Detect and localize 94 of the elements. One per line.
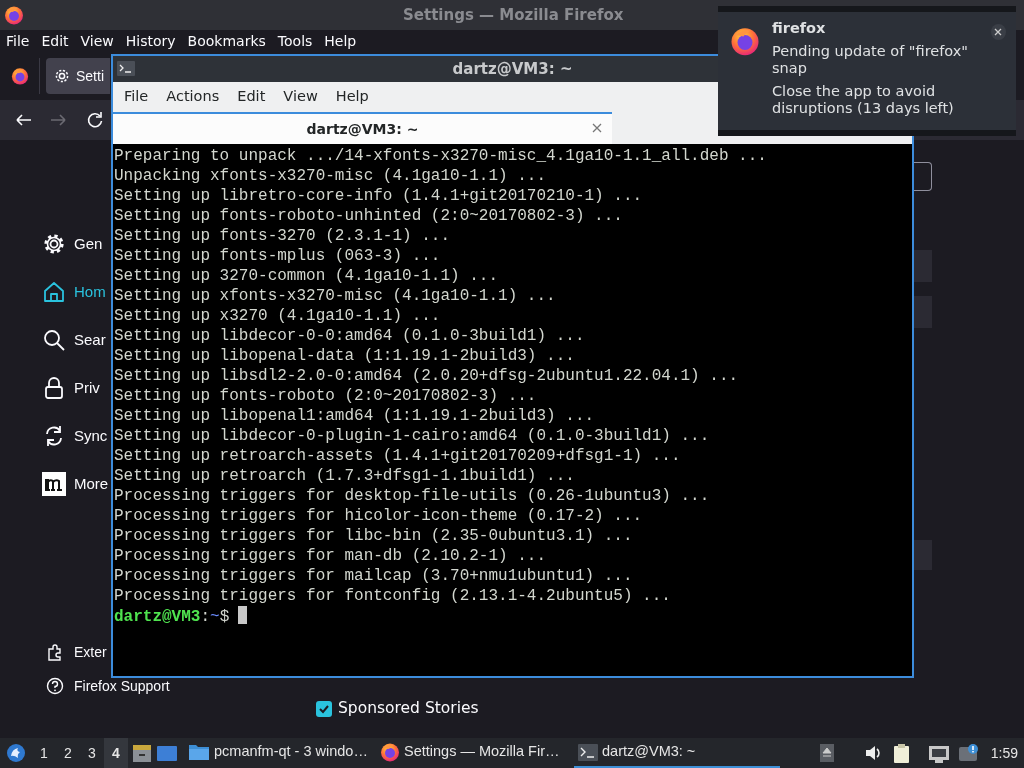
- terminal-line: Setting up libopenal-data (1:1.19.1-2build3) ...: [114, 346, 575, 366]
- terminal-line: Setting up retroarch-assets (1.4.1+git20170209+dfsg1-1) ...: [114, 446, 681, 466]
- terminal-line: Setting up fonts-3270 (2.3.1-1) ...: [114, 226, 451, 246]
- terminal-line: Setting up libdecor-0-plugin-1-cairo:amd64 (0.1.0-3build1) ...: [114, 426, 710, 446]
- firefox-icon[interactable]: [11, 67, 29, 85]
- terminal-line: Processing triggers for man-db (2.10.2-1) ...: [114, 546, 547, 566]
- workspace-button[interactable]: 1: [32, 738, 56, 768]
- menu-item[interactable]: History: [119, 30, 182, 52]
- menu-item[interactable]: Help: [326, 86, 378, 108]
- menu-item[interactable]: View: [274, 86, 327, 108]
- taskbar-task[interactable]: pcmanfm-qt - 3 windo…: [184, 738, 376, 768]
- text-cursor: [238, 606, 248, 624]
- card-background: [912, 296, 932, 328]
- clock[interactable]: 1:59: [990, 742, 1018, 764]
- eject-icon[interactable]: [819, 744, 834, 762]
- menu-item[interactable]: File: [115, 86, 158, 108]
- terminal-line: Setting up libdecor-0-0:amd64 (0.1.0-3build1) ...: [114, 326, 585, 346]
- terminal-line: Setting up libsdl2-2.0-0:amd64 (2.0.20+dfsg-2ubuntu1.22.04.1) ...: [114, 366, 739, 386]
- terminal-line: Setting up fonts-roboto-unhinted (2:0~20170802-3) ...: [114, 206, 623, 226]
- notification-app: firefox: [772, 20, 827, 37]
- terminal-line: Processing triggers for libc-bin (2.35-0ubuntu3.1) ...: [114, 526, 633, 546]
- notification-summary: Pending update of "firefox" snap: [772, 43, 969, 77]
- menu-item[interactable]: Edit: [35, 30, 75, 52]
- speaker-icon[interactable]: [863, 743, 882, 763]
- sidebar-item[interactable]: Priv: [0, 364, 110, 412]
- menu-item[interactable]: Help: [318, 30, 363, 52]
- terminal-line: Setting up libretro-core-info (1.4.1+git20170210-1) ...: [114, 186, 643, 206]
- firefox-icon: [730, 26, 760, 56]
- reload-icon[interactable]: [86, 111, 104, 129]
- terminal-line: Processing triggers for hicolor-icon-theme (0.17-2) ...: [114, 506, 643, 526]
- prompt-path: ~: [210, 608, 220, 626]
- workspace-button[interactable]: 4: [104, 738, 128, 768]
- workspace-button[interactable]: 3: [80, 738, 104, 768]
- notification-icon[interactable]: [957, 743, 979, 763]
- terminal-line: Processing triggers for fontconfig (2.13.1-4.2ubuntu5) ...: [114, 586, 671, 606]
- gear-icon: [42, 232, 66, 256]
- sidebar-item[interactable]: Gen: [0, 220, 110, 268]
- sidebar-item[interactable]: More: [0, 460, 110, 508]
- logo-icon: [42, 472, 66, 496]
- sidebar-item[interactable]: Hom: [0, 268, 110, 316]
- sidebar-link[interactable]: Exter: [46, 643, 107, 661]
- checkbox-label[interactable]: Sponsored Stories: [338, 697, 479, 721]
- terminal-icon: [578, 742, 598, 762]
- sidebar-item[interactable]: Sync: [0, 412, 110, 460]
- terminal-line: Unpacking xfonts-x3270-misc (4.1ga10-1.1) ...: [114, 166, 547, 186]
- browser-tab[interactable]: Setti: [46, 58, 110, 94]
- terminal-line: Processing triggers for mailcap (3.70+nmu1ubuntu1) ...: [114, 566, 633, 586]
- desktop-icon[interactable]: [156, 743, 178, 763]
- terminal-line: Setting up fonts-roboto (2:0~20170802-3) ...: [114, 386, 537, 406]
- sidebar-link[interactable]: Firefox Support: [46, 677, 170, 695]
- terminal-line: Preparing to unpack .../14-xfonts-x3270-misc_4.1ga10-1.1_all.deb ...: [114, 146, 767, 166]
- close-icon[interactable]: [994, 28, 1003, 36]
- menu-item[interactable]: File: [0, 30, 36, 52]
- clipboard-icon[interactable]: [891, 742, 912, 764]
- terminal-icon: [117, 61, 135, 76]
- help-icon: [46, 677, 64, 695]
- firefox-icon: [4, 5, 24, 25]
- terminal-line: Setting up 3270-common (4.1ga10-1.1) ...: [114, 266, 499, 286]
- checkbox[interactable]: [316, 700, 332, 717]
- card-background: [912, 540, 932, 570]
- firefox-icon: [380, 742, 400, 762]
- start-menu-icon[interactable]: [6, 743, 26, 763]
- terminal-line: Setting up xfonts-x3270-misc (4.1ga10-1.1) ...: [114, 286, 556, 306]
- terminal-tab[interactable]: dartz@VM3: ~: [113, 112, 612, 144]
- workspace-button[interactable]: 2: [56, 738, 80, 768]
- window-title: Settings — Mozilla Firefox: [403, 4, 624, 26]
- close-button[interactable]: [990, 24, 1006, 40]
- home-icon: [42, 280, 66, 304]
- prompt-user: dartz@VM3: [114, 608, 201, 626]
- menu-item[interactable]: Tools: [271, 30, 319, 52]
- terminal-line: Setting up libopenal1:amd64 (1:1.19.1-2build3) ...: [114, 406, 595, 426]
- terminal-line: Setting up fonts-mplus (063-3) ...: [114, 246, 441, 266]
- prompt-separator: :: [200, 608, 211, 626]
- window-title: dartz@VM3: ~: [452, 58, 573, 80]
- notification-body: Close the app to avoid disruptions (13 days left): [772, 83, 955, 117]
- terminal-line: Setting up x3270 (4.1ga10-1.1) ...: [114, 306, 441, 326]
- menu-item[interactable]: View: [74, 30, 120, 52]
- menu-item[interactable]: Actions: [157, 86, 229, 108]
- lock-icon: [42, 376, 66, 400]
- search-icon: [42, 328, 66, 352]
- close-icon[interactable]: [591, 122, 603, 134]
- terminal-line: Processing triggers for desktop-file-utils (0.26-1ubuntu3) ...: [114, 486, 710, 506]
- taskbar-task[interactable]: dartz@VM3: ~: [574, 738, 780, 768]
- puzzle-icon: [46, 643, 64, 661]
- sidebar-item[interactable]: Sear: [0, 316, 110, 364]
- taskbar-task[interactable]: Settings — Mozilla Fir…: [376, 738, 574, 768]
- card-background: [912, 250, 932, 282]
- gear-icon: [54, 68, 70, 84]
- network-icon[interactable]: [927, 743, 950, 763]
- menu-item[interactable]: Edit: [228, 86, 275, 108]
- prompt-sign: $: [219, 608, 230, 626]
- terminal-line: Setting up retroarch (1.7.3+dfsg1-1.1build1) ...: [114, 466, 575, 486]
- file-cabinet-icon[interactable]: [132, 743, 152, 763]
- menu-item[interactable]: Bookmarks: [181, 30, 272, 52]
